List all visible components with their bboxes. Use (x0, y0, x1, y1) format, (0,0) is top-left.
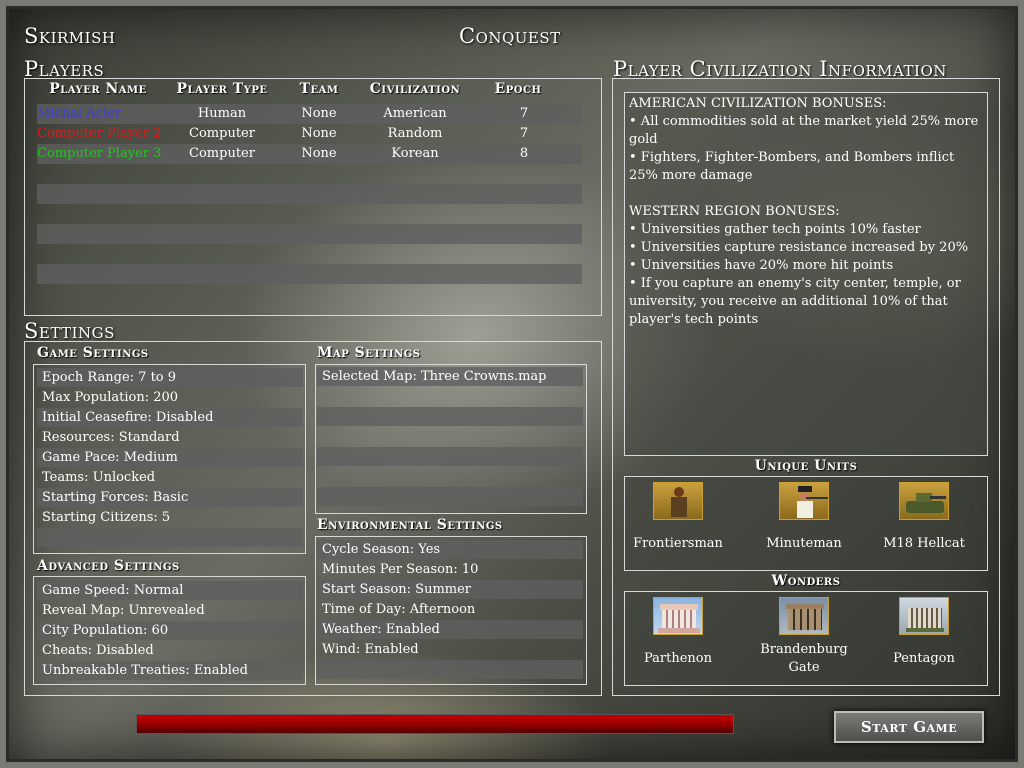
map-settings-title: Map Settings (317, 345, 421, 361)
region-bonus-item: • Universities gather tech points 10% fa… (629, 222, 921, 237)
player-name[interactable]: Computer Player 3 (37, 144, 167, 164)
col-civilization: Civilization (369, 81, 461, 97)
map-setting-item[interactable] (317, 387, 583, 406)
col-player-name: Player Name (49, 81, 147, 97)
advanced-settings-title: Advanced Settings (37, 558, 180, 574)
region-bonus-heading: WESTERN REGION BONUSES: (629, 204, 840, 219)
item-label: Parthenon (644, 651, 712, 666)
player-name[interactable]: Michal Acler (37, 104, 167, 124)
col-epoch: Epoch (494, 81, 542, 97)
player-row[interactable]: Computer Player 2 Computer None Random 7 (37, 124, 582, 144)
civ-bonus-list: • All commodities sold at the market yie… (629, 113, 983, 185)
loading-progress-bar (136, 714, 734, 734)
game-setting-item[interactable]: Max Population: 200 (37, 388, 303, 407)
map-setting-item[interactable] (317, 487, 583, 506)
wonders-title: Wonders (771, 573, 841, 589)
frontiersman-icon[interactable] (653, 482, 703, 520)
advanced-setting-item[interactable]: City Population: 60 (37, 621, 303, 640)
item-label: Pentagon (893, 651, 955, 666)
settings-title: Settings (24, 319, 115, 343)
map-setting-item[interactable]: Selected Map: Three Crowns.map (317, 367, 583, 386)
item-label: Brandenburg Gate (760, 642, 848, 675)
environment-setting-item[interactable]: Weather: Enabled (317, 620, 583, 639)
environment-setting-item[interactable]: Start Season: Summer (317, 580, 583, 599)
game-type-title: Conquest (459, 24, 561, 48)
advanced-setting-item[interactable]: Reveal Map: Unrevealed (37, 601, 303, 620)
environment-setting-item[interactable] (317, 660, 583, 679)
player-civilization[interactable]: Korean (360, 144, 470, 164)
game-setting-item[interactable]: Game Pace: Medium (37, 448, 303, 467)
item-label: M18 Hellcat (883, 536, 965, 551)
player-slot-empty[interactable] (37, 264, 582, 284)
map-setting-item[interactable] (317, 447, 583, 466)
map-setting-item[interactable] (317, 467, 583, 486)
col-team: Team (299, 81, 339, 97)
brandenburg-gate-icon[interactable] (779, 597, 829, 635)
minuteman-icon[interactable] (779, 482, 829, 520)
environment-setting-item[interactable]: Wind: Enabled (317, 640, 583, 659)
player-type[interactable]: Human (170, 104, 274, 124)
player-team[interactable]: None (290, 144, 348, 164)
environment-setting-item[interactable]: Minutes Per Season: 10 (317, 560, 583, 579)
civ-info-text[interactable]: AMERICAN CIVILIZATION BONUSES: • All com… (624, 92, 988, 456)
player-row[interactable]: Michal Acler Human None American 7 (37, 104, 582, 124)
player-civilization[interactable]: American (360, 104, 470, 124)
region-bonus-item: • Universities have 20% more hit points (629, 258, 894, 273)
tank-icon[interactable] (899, 482, 949, 520)
civ-bonus-heading: AMERICAN CIVILIZATION BONUSES: (629, 96, 887, 111)
player-row[interactable]: Computer Player 3 Computer None Korean 8 (37, 144, 582, 164)
player-civilization[interactable]: Random (360, 124, 470, 144)
environment-setting-item[interactable]: Time of Day: Afternoon (317, 600, 583, 619)
col-player-type: Player Type (176, 81, 268, 97)
game-setting-item[interactable] (37, 528, 303, 547)
game-setting-item[interactable]: Starting Forces: Basic (37, 488, 303, 507)
screen-title: Skirmish (24, 24, 116, 48)
game-setting-item[interactable]: Epoch Range: 7 to 9 (37, 368, 303, 387)
player-slot-empty[interactable] (37, 224, 582, 244)
advanced-setting-item[interactable]: Game Speed: Normal (37, 581, 303, 600)
player-type[interactable]: Computer (170, 144, 274, 164)
player-team[interactable]: None (290, 124, 348, 144)
pentagon-icon[interactable] (899, 597, 949, 635)
player-name[interactable]: Computer Player 2 (37, 124, 167, 144)
environment-settings-title: Environmental Settings (317, 517, 503, 533)
advanced-setting-item[interactable]: Cheats: Disabled (37, 641, 303, 660)
map-setting-item[interactable] (317, 427, 583, 446)
unique-units-title: Unique Units (754, 458, 858, 474)
civ-bonus-item: • Fighters, Fighter-Bombers, and Bombers… (629, 150, 955, 183)
player-type[interactable]: Computer (170, 124, 274, 144)
item-label: Minuteman (766, 536, 842, 551)
player-slot-empty[interactable] (37, 184, 582, 204)
game-setting-item[interactable]: Initial Ceasefire: Disabled (37, 408, 303, 427)
game-setting-item[interactable]: Resources: Standard (37, 428, 303, 447)
game-settings-title: Game Settings (37, 345, 149, 361)
item-label: Frontiersman (633, 536, 723, 551)
parthenon-icon[interactable] (653, 597, 703, 635)
player-epoch[interactable]: 7 (494, 104, 554, 124)
player-team[interactable]: None (290, 104, 348, 124)
civ-bonus-item: • All commodities sold at the market yie… (629, 114, 979, 147)
player-epoch[interactable]: 7 (494, 124, 554, 144)
region-bonus-item: • If you capture an enemy's city center,… (629, 276, 961, 327)
game-setting-item[interactable]: Starting Citizens: 5 (37, 508, 303, 527)
region-bonus-list: • Universities gather tech points 10% fa… (629, 221, 983, 329)
region-bonus-item: • Universities capture resistance increa… (629, 240, 969, 255)
start-game-button[interactable]: Start Game (834, 711, 984, 743)
environment-setting-item[interactable]: Cycle Season: Yes (317, 540, 583, 559)
map-setting-item[interactable] (317, 407, 583, 426)
loading-progress-fill (137, 715, 733, 733)
player-epoch[interactable]: 8 (494, 144, 554, 164)
game-setting-item[interactable]: Teams: Unlocked (37, 468, 303, 487)
advanced-setting-item[interactable]: Unbreakable Treaties: Enabled (37, 661, 303, 680)
